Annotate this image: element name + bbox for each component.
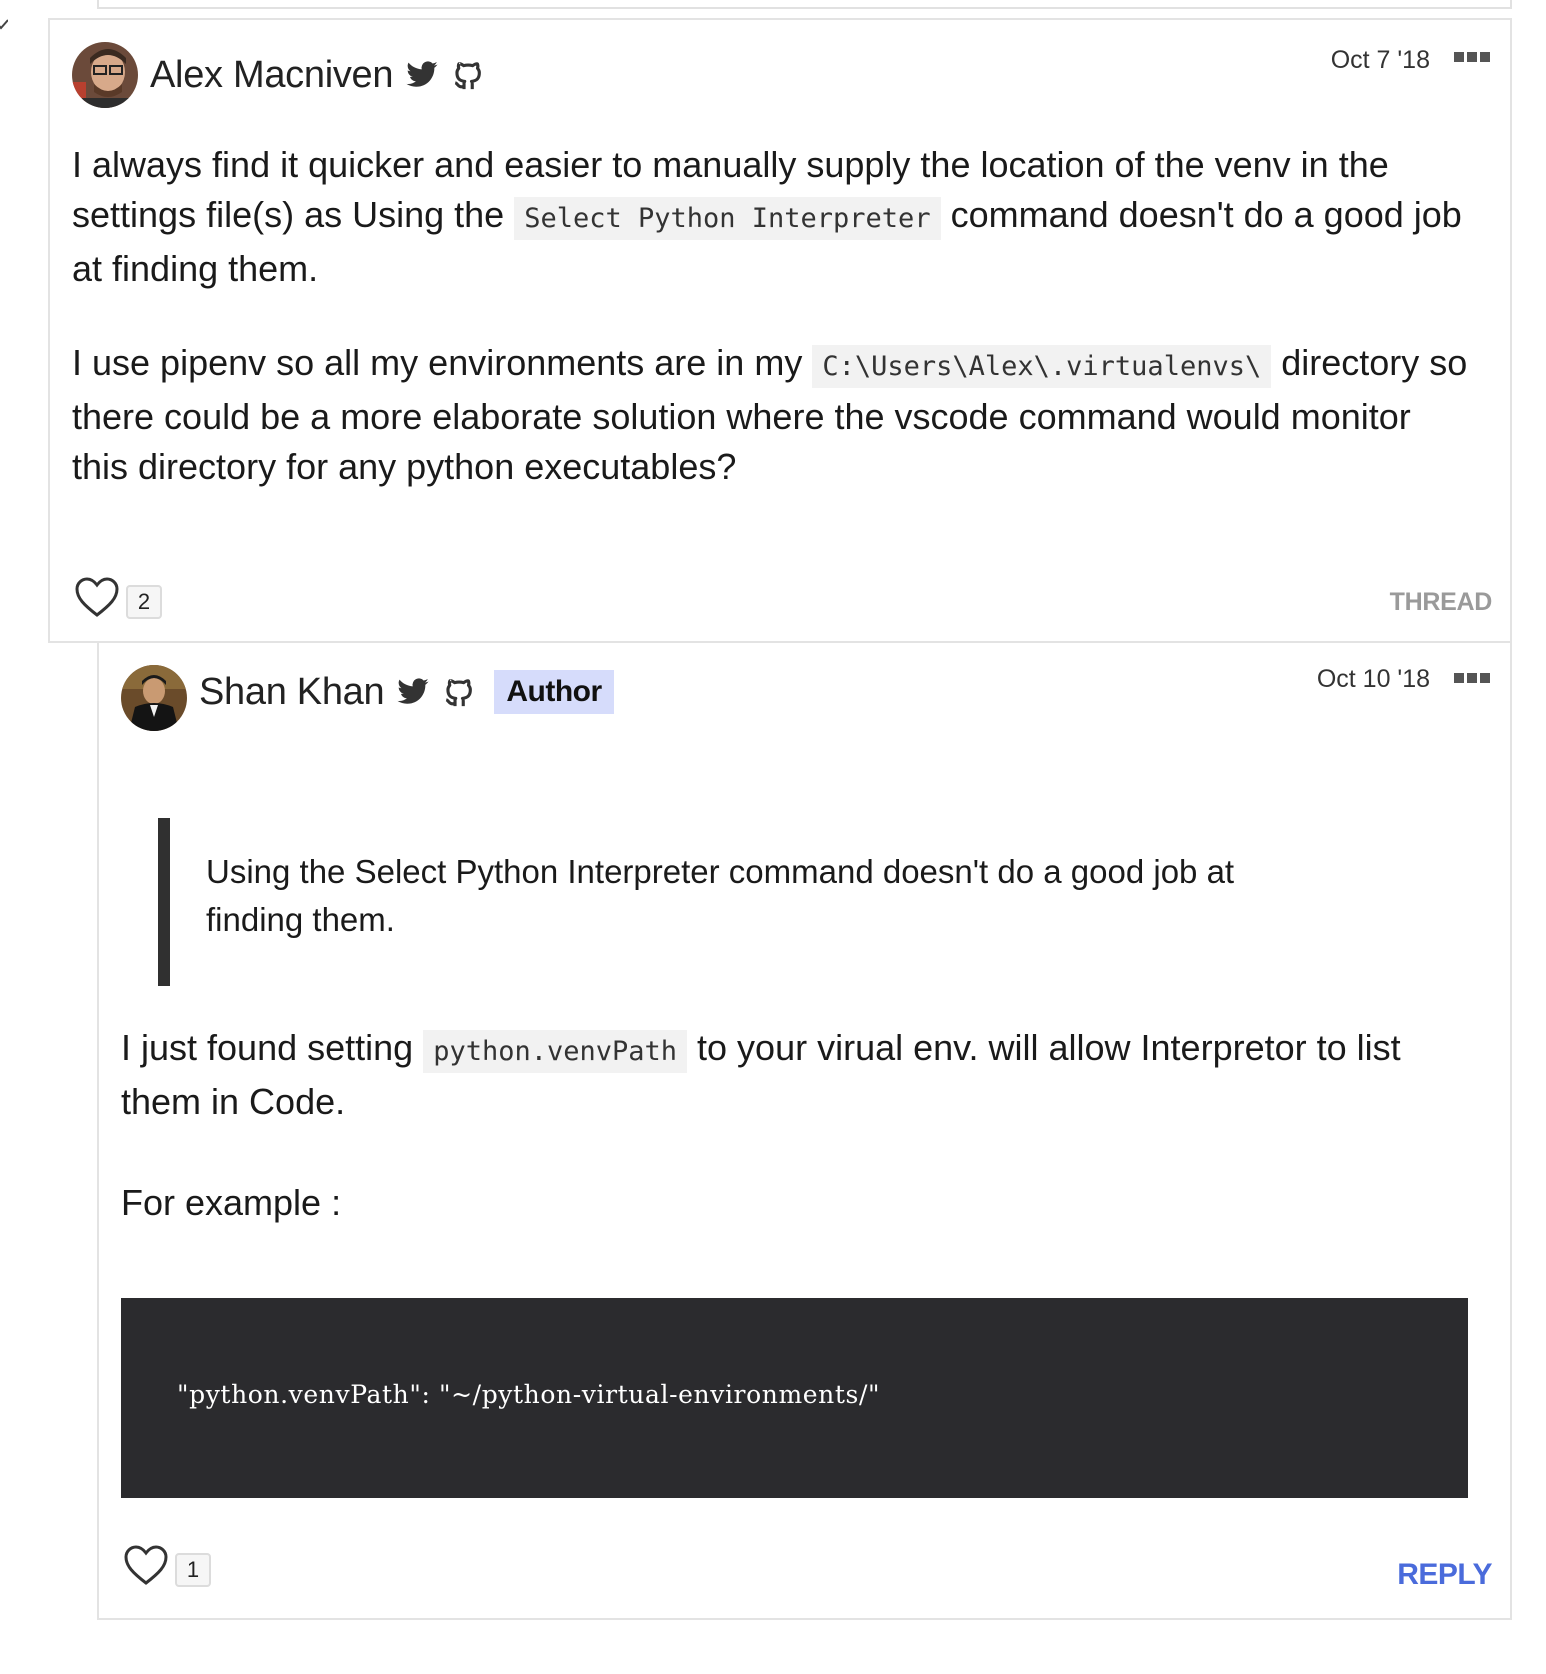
heart-icon[interactable] [123,1544,169,1586]
comment-paragraph: I just found setting python.venvPath to … [121,1027,1401,1122]
inline-code: C:\Users\Alex\.virtualenvs\ [812,345,1272,388]
reply-button[interactable]: REPLY [1397,1558,1492,1592]
avatar[interactable] [121,665,187,731]
author-name[interactable]: Shan Khan [199,671,385,714]
comment-paragraph: For example : [121,1182,342,1223]
github-icon[interactable] [442,675,476,709]
comment-post: Alex Macniven Oct 7 '18 I always find it… [48,18,1512,643]
heart-icon[interactable] [74,576,120,618]
more-options-icon[interactable] [1454,673,1492,685]
github-icon[interactable] [451,58,485,92]
collapse-chevron-icon[interactable] [0,18,9,34]
like-count[interactable]: 1 [175,1553,211,1587]
twitter-icon[interactable] [405,58,439,92]
code-block: "python.venvPath": "~/python-virtual-env… [121,1298,1468,1498]
inline-code: Select Python Interpreter [514,197,941,240]
previous-comment-border [97,0,1512,9]
like-area: 2 [74,575,162,619]
comment-paragraph: I use pipenv so all my environments are … [72,342,1468,487]
post-date[interactable]: Oct 10 '18 [1317,665,1430,694]
twitter-icon[interactable] [396,675,430,709]
like-area: 1 [123,1543,211,1587]
reply-post: Shan Khan Author Oct 10 '18 Using the Se… [97,643,1512,1620]
blockquote: Using the Select Python Interpreter comm… [158,818,1338,986]
inline-code: python.venvPath [423,1030,688,1073]
like-count[interactable]: 2 [126,585,162,619]
more-options-icon[interactable] [1454,52,1492,64]
author-badge: Author [494,670,614,714]
author-name[interactable]: Alex Macniven [150,54,394,97]
thread-link[interactable]: THREAD [1390,588,1493,617]
comment-paragraph: I always find it quicker and easier to m… [72,144,1462,289]
avatar[interactable] [72,42,138,108]
post-date[interactable]: Oct 7 '18 [1331,46,1430,75]
